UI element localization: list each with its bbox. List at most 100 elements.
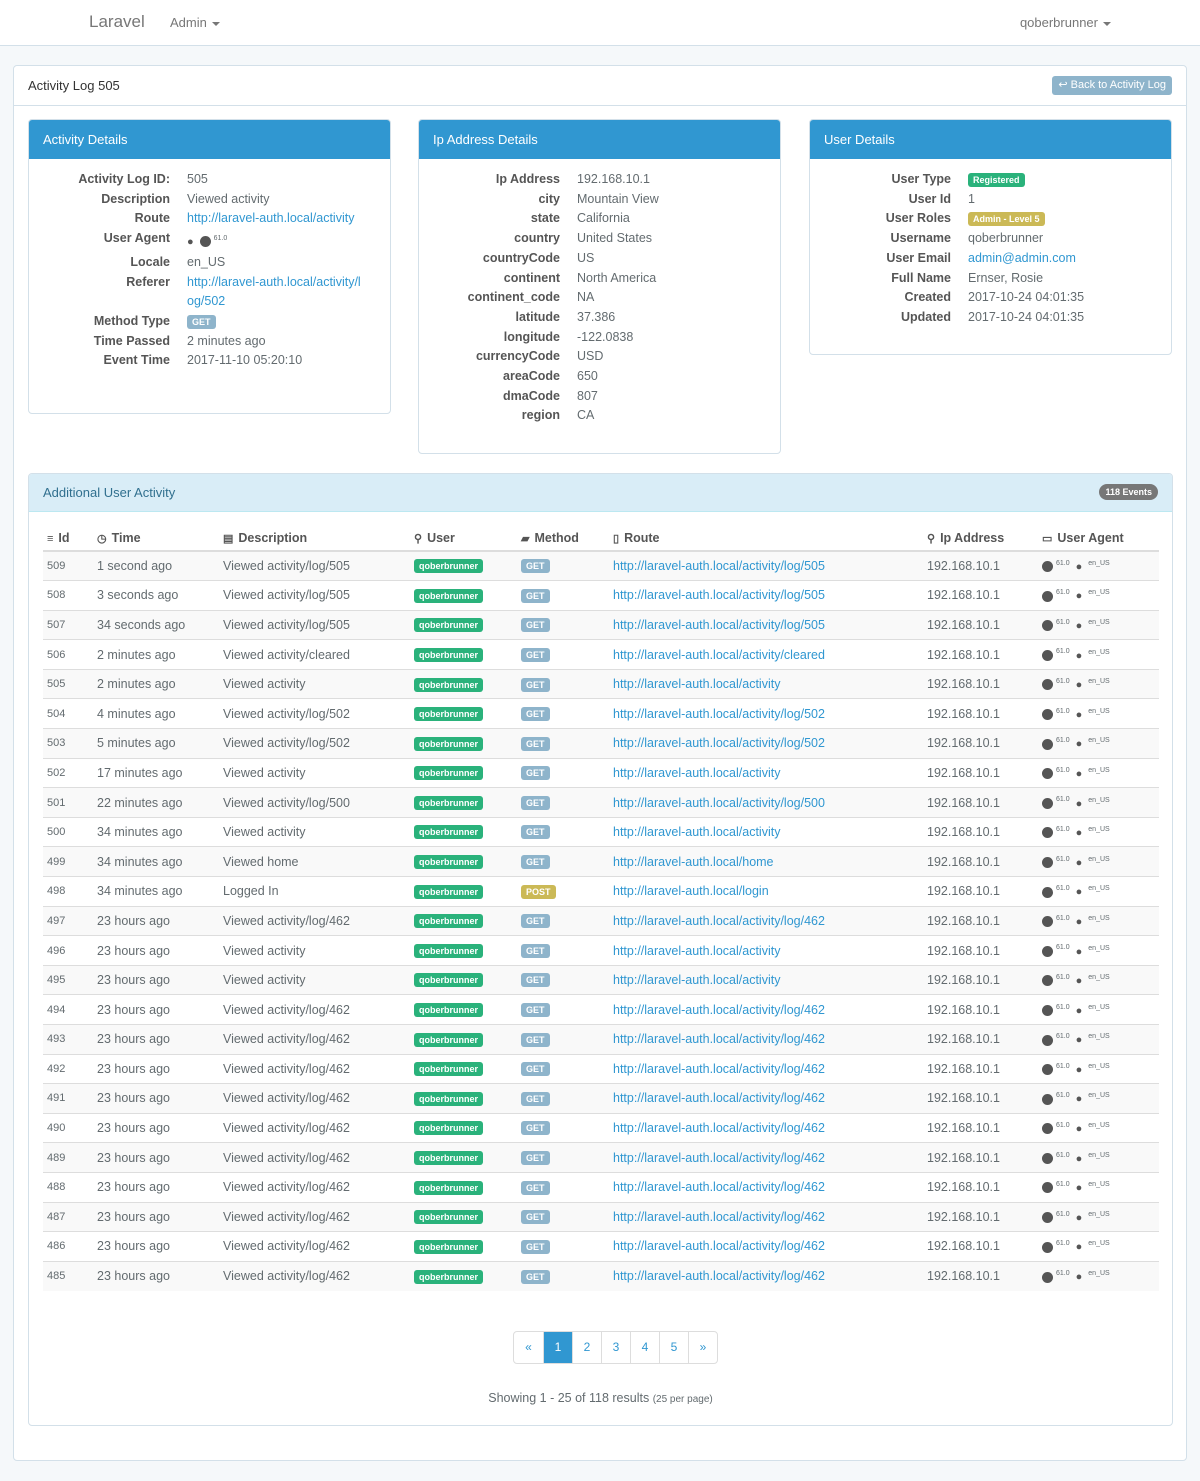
cell-user: qoberbrunner: [410, 1260, 517, 1291]
brand-link[interactable]: Laravel: [89, 12, 145, 32]
route-link[interactable]: http://laravel-auth.local/activity/log/4…: [613, 1239, 825, 1253]
table-row[interactable]: 488 23 hours ago Viewed activity/log/462 qo…: [43, 1171, 1159, 1203]
user-badge[interactable]: qoberbrunner: [414, 1210, 484, 1225]
page-2[interactable]: 2: [572, 1332, 601, 1363]
user-menu[interactable]: qoberbrunner: [1020, 15, 1111, 30]
route-link[interactable]: http://laravel-auth.local/activity/log/5…: [613, 559, 825, 573]
route-link[interactable]: http://laravel-auth.local/activity: [613, 825, 780, 839]
user-badge[interactable]: qoberbrunner: [414, 1151, 484, 1166]
table-row[interactable]: 509 1 second ago Viewed activity/log/505 qo…: [43, 550, 1159, 581]
ip-detail-label: longitude: [503, 329, 560, 344]
back-to-activity-log-button[interactable]: ↩ Back to Activity Log: [1052, 76, 1172, 95]
user-badge[interactable]: qoberbrunner: [414, 1239, 484, 1254]
user-detail-link[interactable]: admin@admin.com: [968, 251, 1076, 265]
route-link[interactable]: http://laravel-auth.local/activity/log/5…: [613, 618, 825, 632]
table-row[interactable]: 507 34 seconds ago Viewed activity/log/505…: [43, 609, 1159, 640]
table-row[interactable]: 487 23 hours ago Viewed activity/log/462 qo…: [43, 1201, 1159, 1232]
page-next[interactable]: »: [688, 1332, 717, 1363]
route-link[interactable]: http://laravel-auth.local/activity/log/5…: [613, 588, 825, 602]
page-1[interactable]: 1: [543, 1332, 572, 1363]
user-badge[interactable]: qoberbrunner: [414, 1091, 484, 1106]
table-row[interactable]: 492 23 hours ago Viewed activity/log/462 qo…: [43, 1053, 1159, 1084]
activity-detail-link[interactable]: http://laravel-auth.local/activity: [187, 211, 354, 225]
table-row[interactable]: 504 4 minutes ago Viewed activity/log/502 q…: [43, 698, 1159, 729]
route-link[interactable]: http://laravel-auth.local/activity: [613, 944, 780, 958]
route-link[interactable]: http://laravel-auth.local/activity: [613, 973, 780, 987]
user-badge[interactable]: qoberbrunner: [414, 647, 484, 662]
user-badge[interactable]: qoberbrunner: [414, 884, 484, 899]
cell-time: 2 minutes ago: [93, 639, 219, 670]
route-link[interactable]: http://laravel-auth.local/activity/log/5…: [613, 707, 825, 721]
col-id: Id: [58, 531, 70, 545]
cell-user: qoberbrunner: [410, 1231, 517, 1262]
user-badge[interactable]: qoberbrunner: [414, 1180, 484, 1195]
table-row[interactable]: 500 34 minutes ago Viewed activity qoberbru…: [43, 816, 1159, 847]
table-row[interactable]: 499 34 minutes ago Viewed home qoberbrunner…: [43, 846, 1159, 877]
route-link[interactable]: http://laravel-auth.local/activity/log/5…: [613, 796, 825, 810]
user-detail-row: Full Name Ernser, Rosie: [810, 269, 1171, 289]
table-row[interactable]: 505 2 minutes ago Viewed activity qoberbrun…: [43, 668, 1159, 699]
table-row[interactable]: 489 23 hours ago Viewed activity/log/462 qo…: [43, 1142, 1159, 1173]
user-badge[interactable]: qoberbrunner: [414, 736, 484, 751]
table-row[interactable]: 503 5 minutes ago Viewed activity/log/502 q…: [43, 728, 1159, 759]
table-row[interactable]: 498 34 minutes ago Logged In qoberbrunner PO…: [43, 876, 1159, 907]
route-link[interactable]: http://laravel-auth.local/activity/log/4…: [613, 1032, 825, 1046]
agent-locale: en_US: [1088, 944, 1110, 952]
route-link[interactable]: http://laravel-auth.local/activity: [613, 677, 780, 691]
table-row[interactable]: 494 23 hours ago Viewed activity/log/462 qo…: [43, 994, 1159, 1025]
table-row[interactable]: 506 2 minutes ago Viewed activity/cleared q…: [43, 639, 1159, 670]
activity-detail-link[interactable]: http://laravel-auth.local/activity/log/5…: [187, 275, 361, 309]
user-badge[interactable]: qoberbrunner: [414, 766, 484, 781]
admin-menu[interactable]: Admin: [170, 15, 220, 30]
page-4[interactable]: 4: [630, 1332, 659, 1363]
route-link[interactable]: http://laravel-auth.local/activity: [613, 766, 780, 780]
user-badge[interactable]: qoberbrunner: [414, 855, 484, 870]
user-badge[interactable]: qoberbrunner: [414, 1032, 484, 1047]
page-5[interactable]: 5: [659, 1332, 688, 1363]
user-badge[interactable]: qoberbrunner: [414, 588, 484, 603]
route-link[interactable]: http://laravel-auth.local/activity/log/4…: [613, 914, 825, 928]
user-badge[interactable]: qoberbrunner: [414, 707, 484, 722]
page-3[interactable]: 3: [601, 1332, 630, 1363]
page-prev[interactable]: «: [514, 1332, 543, 1363]
route-link[interactable]: http://laravel-auth.local/activity/log/4…: [613, 1269, 825, 1283]
route-link[interactable]: http://laravel-auth.local/activity/log/5…: [613, 736, 825, 750]
user-badge[interactable]: qoberbrunner: [414, 677, 484, 692]
user-badge[interactable]: qoberbrunner: [414, 1269, 484, 1284]
route-link[interactable]: http://laravel-auth.local/login: [613, 884, 769, 898]
table-row[interactable]: 502 17 minutes ago Viewed activity qoberbru…: [43, 757, 1159, 788]
table-row[interactable]: 497 23 hours ago Viewed activity/log/462 qo…: [43, 905, 1159, 936]
table-row[interactable]: 493 23 hours ago Viewed activity/log/462 qo…: [43, 1024, 1159, 1055]
cell-description: Viewed activity: [219, 935, 410, 966]
route-link[interactable]: http://laravel-auth.local/activity/log/4…: [613, 1180, 825, 1194]
route-link[interactable]: http://laravel-auth.local/activity/log/4…: [613, 1210, 825, 1224]
table-row[interactable]: 486 23 hours ago Viewed activity/log/462 qo…: [43, 1231, 1159, 1262]
cell-method: POST: [517, 876, 609, 907]
route-link[interactable]: http://laravel-auth.local/activity/log/4…: [613, 1062, 825, 1076]
table-row[interactable]: 496 23 hours ago Viewed activity qoberbrunn…: [43, 935, 1159, 966]
table-row[interactable]: 490 23 hours ago Viewed activity/log/462 qo…: [43, 1112, 1159, 1143]
user-badge[interactable]: qoberbrunner: [414, 795, 484, 810]
route-link[interactable]: http://laravel-auth.local/home: [613, 855, 774, 869]
table-row[interactable]: 485 23 hours ago Viewed activity/log/462 qo…: [43, 1260, 1159, 1291]
apple-icon: ●: [1075, 886, 1083, 899]
cell-id: 500: [43, 816, 93, 847]
route-link[interactable]: http://laravel-auth.local/activity/log/4…: [613, 1003, 825, 1017]
user-badge[interactable]: qoberbrunner: [414, 1121, 484, 1136]
route-link[interactable]: http://laravel-auth.local/activity/log/4…: [613, 1151, 825, 1165]
user-badge[interactable]: qoberbrunner: [414, 1062, 484, 1077]
route-link[interactable]: http://laravel-auth.local/activity/log/4…: [613, 1121, 825, 1135]
table-row[interactable]: 501 22 minutes ago Viewed activity/log/500…: [43, 787, 1159, 818]
user-badge[interactable]: qoberbrunner: [414, 973, 484, 988]
user-badge[interactable]: qoberbrunner: [414, 943, 484, 958]
user-badge[interactable]: qoberbrunner: [414, 618, 484, 633]
user-badge[interactable]: qoberbrunner: [414, 1003, 484, 1018]
user-badge[interactable]: qoberbrunner: [414, 825, 484, 840]
route-link[interactable]: http://laravel-auth.local/activity/clear…: [613, 648, 825, 662]
table-row[interactable]: 508 3 seconds ago Viewed activity/log/505 q…: [43, 580, 1159, 611]
table-row[interactable]: 495 23 hours ago Viewed activity qoberbrunn…: [43, 964, 1159, 995]
user-badge[interactable]: qoberbrunner: [414, 559, 484, 574]
table-row[interactable]: 491 23 hours ago Viewed activity/log/462 qo…: [43, 1083, 1159, 1114]
user-badge[interactable]: qoberbrunner: [414, 914, 484, 929]
route-link[interactable]: http://laravel-auth.local/activity/log/4…: [613, 1091, 825, 1105]
